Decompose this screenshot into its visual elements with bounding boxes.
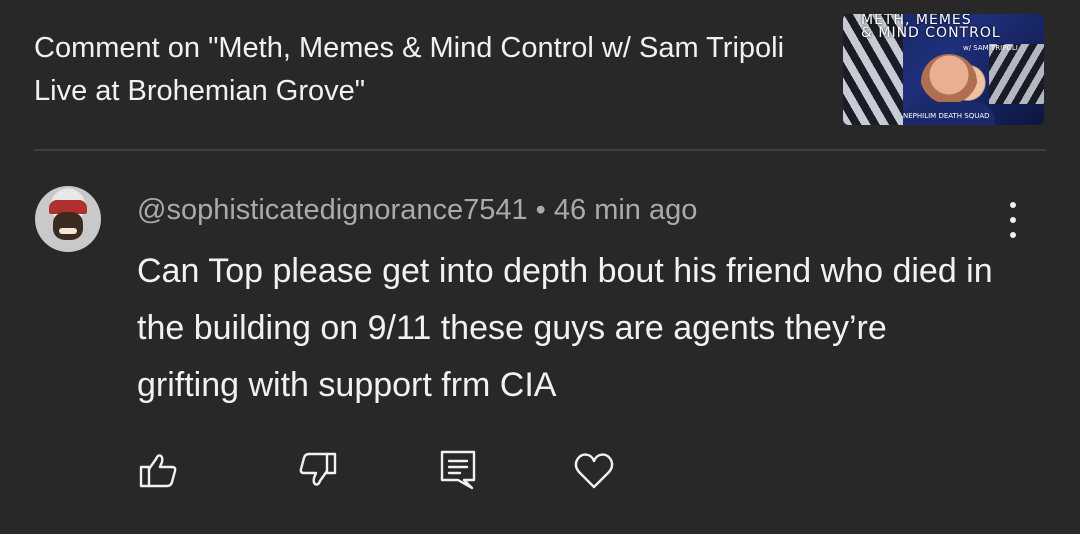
comment-meta: @sophisticatedignorance7541 • 46 min ago (137, 192, 697, 228)
divider (34, 149, 1046, 151)
comment-time: 46 min ago (553, 194, 698, 226)
thumbnail-footer: NEPHILIM DEATH SQUAD (903, 112, 990, 120)
video-thumbnail[interactable]: METH, MEMES & MIND CONTROL w/ SAM TRIPOL… (843, 14, 1044, 125)
meta-separator: • (527, 194, 554, 226)
comment-author[interactable]: @sophisticatedignorance7541 (137, 194, 528, 226)
comment-icon[interactable] (436, 448, 480, 492)
kebab-dot (1010, 217, 1016, 223)
thumbnail-title-line2: & MIND CONTROL (861, 25, 1001, 41)
thumbnail-subtitle: w/ SAM TRIPOLI (963, 44, 1018, 52)
avatar-teeth (59, 228, 77, 234)
more-options-icon[interactable] (998, 198, 1028, 242)
heart-icon[interactable] (572, 448, 616, 492)
kebab-dot (1010, 232, 1016, 238)
video-title[interactable]: Comment on "Meth, Memes & Mind Control w… (34, 27, 824, 113)
thumbs-down-icon[interactable] (296, 448, 340, 492)
avatar[interactable] (35, 186, 101, 252)
thumbnail-stripes-right (989, 44, 1044, 104)
comment-text: Can Top please get into depth bout his f… (137, 252, 993, 404)
kebab-dot (1010, 202, 1016, 208)
comment-context-header: Comment on "Meth, Memes & Mind Control w… (0, 0, 1080, 150)
thumbs-up-icon[interactable] (136, 448, 180, 492)
avatar-face (53, 212, 83, 240)
